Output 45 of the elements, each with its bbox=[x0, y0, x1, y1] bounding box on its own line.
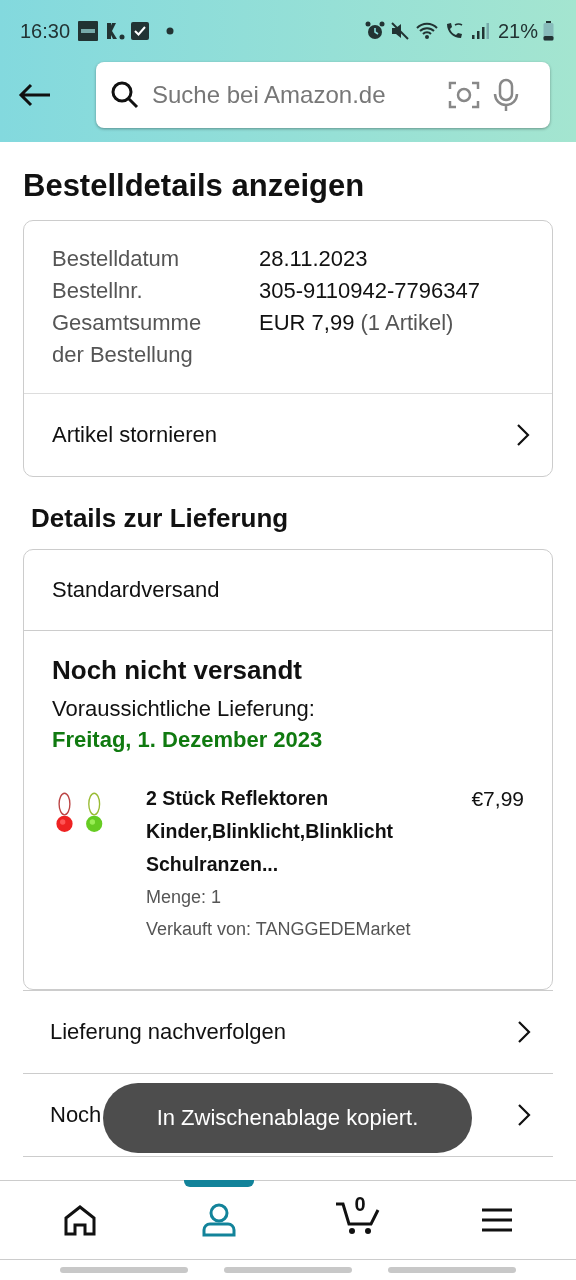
action-link[interactable]: Lieferung nachverfolgen bbox=[50, 1019, 287, 1045]
cancel-items-row[interactable]: Artikel stornieren bbox=[24, 393, 552, 476]
wifi-icon bbox=[414, 21, 439, 41]
battery-percent: 21% bbox=[497, 19, 538, 43]
expected-delivery-date: Freitag, 1. Dezember 2023 bbox=[52, 726, 324, 754]
field-label: Gesamtsumme der Bestellung bbox=[52, 309, 203, 369]
dot-icon bbox=[166, 27, 175, 35]
home-icon bbox=[62, 1204, 97, 1236]
cart-count: 0 bbox=[354, 1193, 366, 1216]
k-logo-icon bbox=[104, 20, 127, 42]
field-value: EUR 7,99 bbox=[259, 310, 355, 335]
menu-icon bbox=[480, 1207, 513, 1233]
shipping-method: Standardversand bbox=[52, 577, 220, 603]
action-link[interactable]: Noch bbox=[50, 1102, 102, 1128]
field-label: Bestelldatum bbox=[52, 245, 181, 273]
search-field[interactable]: Suche bei Amazon.de bbox=[96, 62, 550, 128]
chevron-right-icon[interactable] bbox=[517, 1020, 531, 1044]
page-title: Bestelldetails anzeigen bbox=[23, 168, 366, 204]
chevron-right-icon[interactable] bbox=[517, 1103, 531, 1127]
nav-tab[interactable]: 0 bbox=[307, 1181, 408, 1259]
back-arrow-icon[interactable] bbox=[18, 83, 52, 107]
checkbox-icon bbox=[131, 22, 150, 40]
camera-scan-icon[interactable] bbox=[448, 79, 480, 111]
copied-toast: In Zwischenablage kopiert. bbox=[103, 1083, 472, 1153]
field-note: (1 Artikel) bbox=[360, 310, 454, 335]
field-value: 28.11.2023 bbox=[259, 246, 368, 271]
section-title: Details zur Lieferung bbox=[31, 503, 290, 534]
shipment-status: Noch nicht versandt bbox=[52, 655, 303, 686]
item-quantity: Menge: 1 bbox=[146, 886, 223, 909]
alarm-icon bbox=[364, 21, 385, 41]
status-time: 16:30 bbox=[20, 19, 71, 43]
search-icon bbox=[110, 80, 140, 110]
battery-icon bbox=[543, 21, 554, 41]
item-title[interactable]: 2 Stück Reflektoren Kinder,Blinklicht,Blinklicht Schulranzen... bbox=[146, 782, 466, 881]
item-seller: Verkauft von: TANGGEDEMarket bbox=[146, 918, 412, 941]
field-value: 305-9110942-7796347 bbox=[259, 278, 481, 303]
mute-icon bbox=[389, 21, 410, 41]
microphone-icon[interactable] bbox=[492, 78, 520, 112]
signal-icon bbox=[470, 22, 489, 40]
chevron-right-icon bbox=[516, 423, 530, 447]
expected-delivery-label: Voraussichtliche Lieferung: bbox=[52, 695, 316, 723]
item-price: €7,99 bbox=[471, 786, 524, 812]
person-icon bbox=[200, 1203, 237, 1237]
notification-icon bbox=[77, 20, 100, 42]
field-label: Bestellnr. bbox=[52, 277, 144, 305]
